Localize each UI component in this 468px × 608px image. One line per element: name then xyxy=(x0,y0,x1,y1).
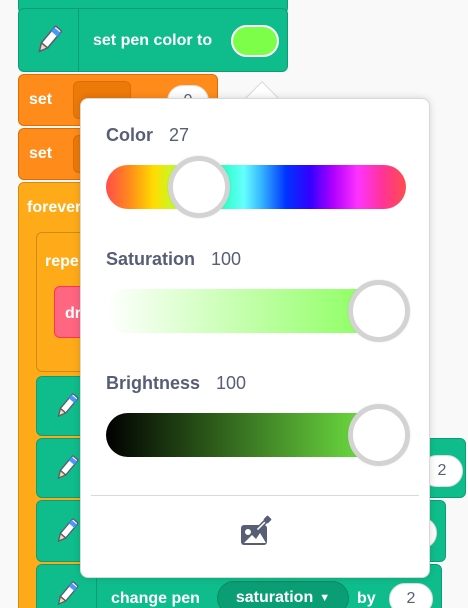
color-picker-popover: Color 27 Saturation 100 Brightness 100 xyxy=(80,98,430,578)
pen-extension-icon-wrap xyxy=(19,9,79,71)
saturation-slider-thumb[interactable] xyxy=(348,280,410,342)
saturation-value: 100 xyxy=(211,249,242,269)
pen-icon xyxy=(57,581,79,606)
brightness-slider-label: Brightness 100 xyxy=(106,373,406,394)
repeat-label: repe xyxy=(45,253,79,270)
color-slider-thumb[interactable] xyxy=(168,156,230,218)
saturation-slider-label: Saturation 100 xyxy=(106,249,406,270)
set-label-2: set xyxy=(29,145,53,162)
side-value-text: 2 xyxy=(437,462,447,479)
color-swatch-input[interactable] xyxy=(231,25,279,57)
pen-icon xyxy=(57,393,79,418)
color-slider-label: Color 27 xyxy=(106,125,406,146)
set-label: set xyxy=(29,91,53,108)
pen-icon xyxy=(57,518,79,543)
pen-icon xyxy=(37,25,62,53)
custom-block-label: dr xyxy=(65,305,81,322)
color-slider-track[interactable] xyxy=(106,165,406,209)
popover-arrow-cover xyxy=(241,99,281,113)
saturation-slider-row: Saturation 100 xyxy=(106,249,410,342)
change-value-text: 2 xyxy=(406,590,416,607)
scripts-area: set pen color to set 0 set forever repe … xyxy=(0,0,468,608)
change-value-input[interactable]: 2 xyxy=(389,583,433,608)
brightness-label: Brightness xyxy=(106,373,201,393)
forever-label: forever xyxy=(27,199,82,216)
by-label: by xyxy=(357,590,376,607)
chevron-down-icon: ▼ xyxy=(319,592,331,604)
brightness-value: 100 xyxy=(216,373,247,393)
eyedropper-button[interactable] xyxy=(236,509,276,553)
set-pen-color-label: set pen color to xyxy=(93,32,213,49)
change-pen-label: change pen xyxy=(111,590,200,607)
pen-param-dropdown[interactable]: saturation ▼ xyxy=(217,581,349,608)
popover-divider xyxy=(91,495,419,496)
brightness-slider-row: Brightness 100 xyxy=(106,373,410,466)
pen-param-text: saturation xyxy=(235,589,314,606)
pen-icon xyxy=(57,455,79,480)
color-slider-row: Color 27 xyxy=(106,125,406,218)
eyedropper-icon xyxy=(241,515,272,545)
set-pen-color-block[interactable]: set pen color to xyxy=(18,8,288,72)
saturation-label: Saturation xyxy=(106,249,196,269)
color-value: 27 xyxy=(169,125,190,145)
color-label: Color xyxy=(106,125,153,145)
brightness-slider-thumb[interactable] xyxy=(348,404,410,466)
